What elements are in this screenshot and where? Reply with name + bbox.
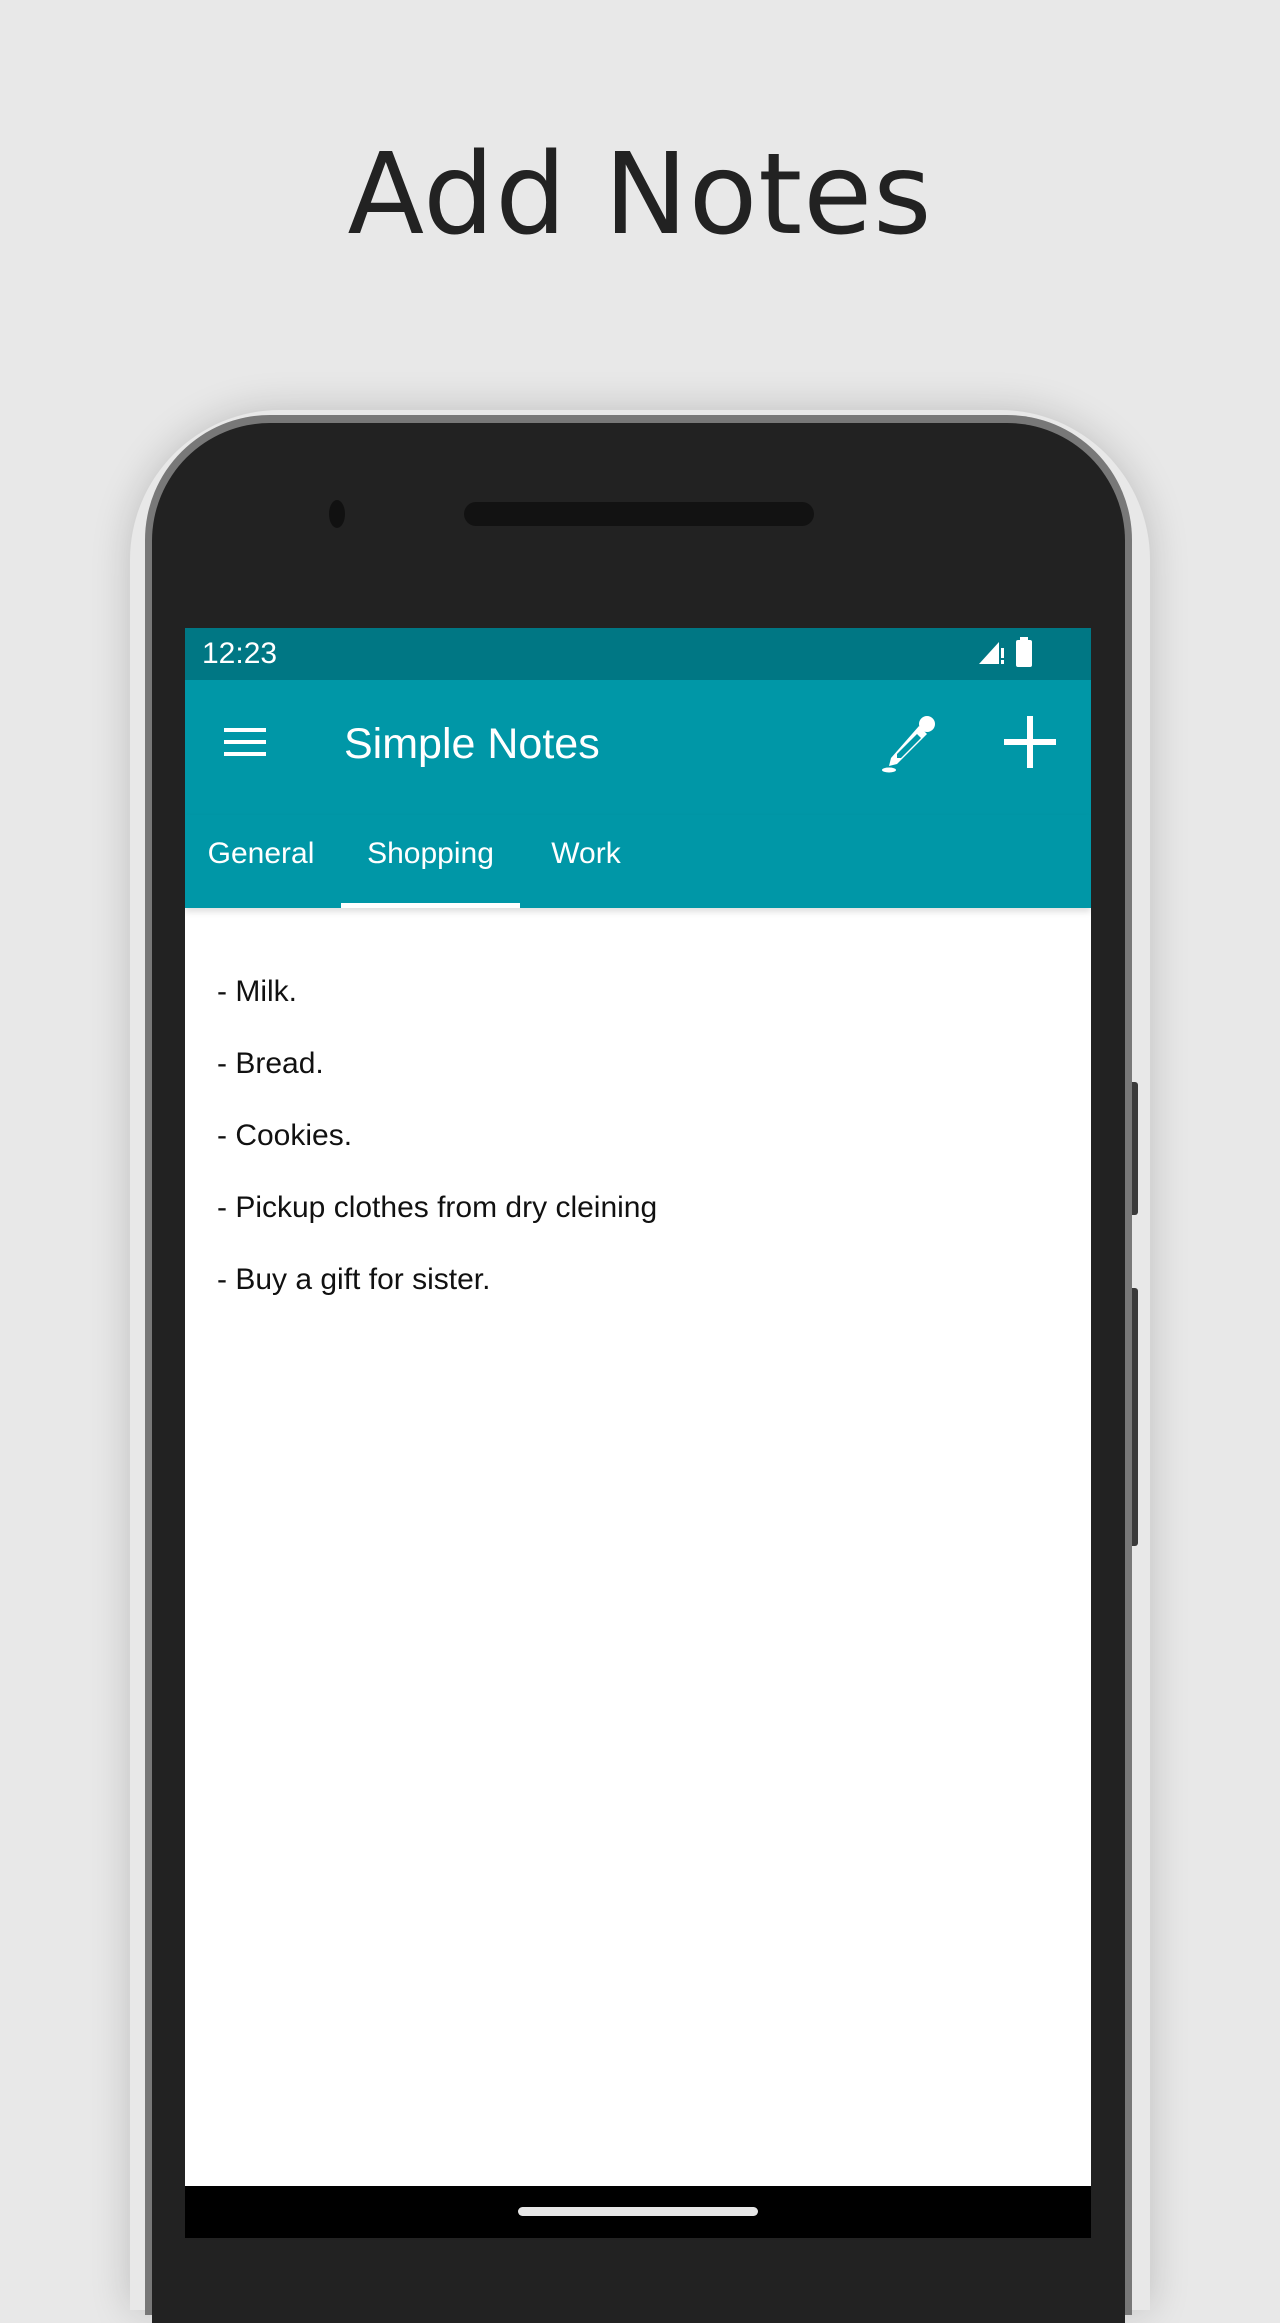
hamburger-menu-icon[interactable] xyxy=(222,720,268,766)
note-text-area[interactable]: - Milk. - Bread. - Cookies. - Pickup clo… xyxy=(217,938,1057,1334)
status-icons xyxy=(977,636,1033,672)
tab-work[interactable]: Work xyxy=(543,815,629,908)
plus-icon[interactable] xyxy=(995,708,1065,778)
note-line: - Milk. xyxy=(217,975,297,1008)
note-line: - Pickup clothes from dry cleining xyxy=(217,1191,658,1224)
tab-general[interactable]: General xyxy=(205,815,317,908)
status-bar: 12:23 xyxy=(185,628,1091,680)
home-gesture-handle[interactable] xyxy=(518,2207,758,2216)
signal-icon xyxy=(977,638,1005,671)
earpiece-speaker xyxy=(464,502,814,526)
note-line: - Bread. xyxy=(217,1047,324,1080)
selected-tab-indicator xyxy=(341,903,520,908)
headline: Add Notes xyxy=(347,130,933,260)
navigation-bar xyxy=(185,2186,1091,2238)
tab-label: Work xyxy=(551,837,621,870)
status-time: 12:23 xyxy=(202,637,278,670)
note-line: - Buy a gift for sister. xyxy=(217,1263,491,1296)
tab-bar: General Shopping Work xyxy=(185,815,1091,908)
battery-icon xyxy=(1015,636,1033,672)
tab-label: General xyxy=(207,837,315,870)
tab-shopping[interactable]: Shopping xyxy=(341,815,520,908)
note-line: - Cookies. xyxy=(217,1119,353,1152)
front-camera xyxy=(329,500,345,528)
eyedropper-icon[interactable] xyxy=(875,708,945,778)
tab-label: Shopping xyxy=(367,837,494,870)
app-title: Simple Notes xyxy=(344,720,600,768)
volume-button xyxy=(1132,1082,1138,1215)
app-toolbar: Simple Notes xyxy=(185,680,1091,815)
power-button xyxy=(1132,1288,1138,1546)
phone-screen: 12:23 Simple Notes General Shopping Work… xyxy=(185,628,1091,2238)
